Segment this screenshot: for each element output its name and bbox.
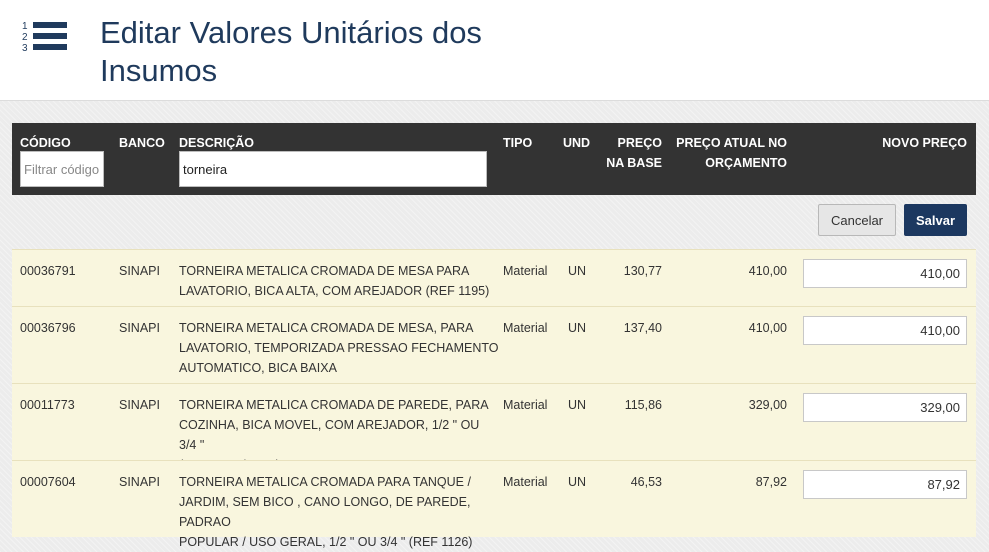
column-header-preco-atual: PREÇO ATUAL NO ORÇAMENTO xyxy=(667,133,787,173)
cell-codigo: 00011773 xyxy=(20,398,75,412)
descricao-line: JARDIM, SEM BICO , CANO LONGO, DE PAREDE… xyxy=(179,495,471,529)
column-header-novo-preco: NOVO PREÇO xyxy=(882,136,967,150)
cell-descricao: TORNEIRA METALICA CROMADA DE MESA PARA L… xyxy=(179,261,499,301)
cell-preco-atual: 410,00 xyxy=(748,321,787,335)
page-title: Editar Valores Unitários dos Insumos xyxy=(100,15,482,88)
descricao-line: TORNEIRA METALICA CROMADA DE PAREDE, PAR… xyxy=(179,398,489,412)
cell-und: UN xyxy=(568,475,587,489)
cell-preco-base: 130,77 xyxy=(623,264,662,278)
cell-banco: SINAPI xyxy=(119,264,160,278)
table-row: 00011773 SINAPI TORNEIRA METALICA CROMAD… xyxy=(12,383,976,472)
cell-preco-atual: 410,00 xyxy=(748,264,787,278)
novo-preco-input[interactable] xyxy=(803,470,967,499)
column-header-preco-atual-line-1: PREÇO ATUAL NO xyxy=(676,136,787,150)
cell-descricao: TORNEIRA METALICA CROMADA DE MESA, PARA … xyxy=(179,318,499,378)
descricao-line: LAVATORIO, TEMPORIZADA PRESSAO FECHAMENT… xyxy=(179,341,499,355)
column-header-banco: BANCO xyxy=(119,136,165,150)
cell-banco: SINAPI xyxy=(119,475,160,489)
cancel-button[interactable]: Cancelar xyxy=(818,204,896,236)
column-header-tipo: TIPO xyxy=(503,136,533,150)
cell-codigo: 00036791 xyxy=(20,264,76,278)
cell-preco-atual: 87,92 xyxy=(755,475,787,489)
novo-preco-input[interactable] xyxy=(803,259,967,288)
logo-number-2: 2 xyxy=(22,32,28,43)
cell-preco-base: 46,53 xyxy=(630,475,662,489)
table-header: CÓDIGO BANCO DESCRIÇÃO TIPO UND PREÇO NA… xyxy=(12,123,976,195)
cell-tipo: Material xyxy=(503,264,548,278)
cell-und: UN xyxy=(568,398,587,412)
column-header-preco-base: PREÇO NA BASE xyxy=(592,133,662,173)
cell-banco: SINAPI xyxy=(119,321,160,335)
logo-number-3: 3 xyxy=(22,43,28,52)
descricao-line: AUTOMATICO, BICA BAIXA xyxy=(179,361,337,375)
column-header-und: UND xyxy=(563,136,591,150)
table-row: 00036796 SINAPI TORNEIRA METALICA CROMAD… xyxy=(12,306,976,383)
column-header-preco-base-line-1: PREÇO xyxy=(617,136,662,150)
descricao-filter-input[interactable] xyxy=(179,151,487,187)
table-row: 00036791 SINAPI TORNEIRA METALICA CROMAD… xyxy=(12,249,976,306)
descricao-line: POPULAR / USO GERAL, 1/2 " OU 3/4 " (REF… xyxy=(179,535,473,549)
descricao-line: COZINHA, BICA MOVEL, COM AREJADOR, 1/2 "… xyxy=(179,418,480,452)
descricao-line: TORNEIRA METALICA CROMADA PARA TANQUE / xyxy=(179,475,471,489)
cell-banco: SINAPI xyxy=(119,398,160,412)
cell-und: UN xyxy=(568,321,587,335)
cell-und: UN xyxy=(568,264,587,278)
cell-preco-base: 115,86 xyxy=(624,398,662,412)
descricao-line: LAVATORIO, BICA ALTA, COM AREJADOR (REF … xyxy=(179,284,490,298)
cell-tipo: Material xyxy=(503,321,548,335)
save-button[interactable]: Salvar xyxy=(904,204,967,236)
cell-codigo: 00036796 xyxy=(20,321,76,335)
numbered-list-icon: 1 2 3 xyxy=(22,21,67,52)
descricao-line: TORNEIRA METALICA CROMADA DE MESA, PARA xyxy=(179,321,474,335)
cell-descricao: TORNEIRA METALICA CROMADA PARA TANQUE / … xyxy=(179,472,499,552)
column-header-codigo: CÓDIGO xyxy=(20,136,71,150)
page-header: 1 2 3 Editar Valores Unitários dos Insum… xyxy=(0,0,989,101)
cell-tipo: Material xyxy=(503,475,548,489)
cell-preco-atual: 329,00 xyxy=(748,398,787,412)
cell-tipo: Material xyxy=(503,398,548,412)
cell-codigo: 00007604 xyxy=(20,475,76,489)
novo-preco-input[interactable] xyxy=(803,393,967,422)
main-content: CÓDIGO BANCO DESCRIÇÃO TIPO UND PREÇO NA… xyxy=(0,101,989,552)
table-row: 00007604 SINAPI TORNEIRA METALICA CROMAD… xyxy=(12,460,976,549)
cell-preco-base: 137,40 xyxy=(623,321,662,335)
novo-preco-input[interactable] xyxy=(803,316,967,345)
codigo-filter-input[interactable] xyxy=(20,151,104,187)
column-header-descricao: DESCRIÇÃO xyxy=(179,136,255,150)
column-header-preco-atual-line-2: ORÇAMENTO xyxy=(705,156,787,170)
logo-number-1: 1 xyxy=(22,21,28,32)
column-header-preco-base-line-2: NA BASE xyxy=(606,156,662,170)
descricao-line: TORNEIRA METALICA CROMADA DE MESA PARA xyxy=(179,264,470,278)
